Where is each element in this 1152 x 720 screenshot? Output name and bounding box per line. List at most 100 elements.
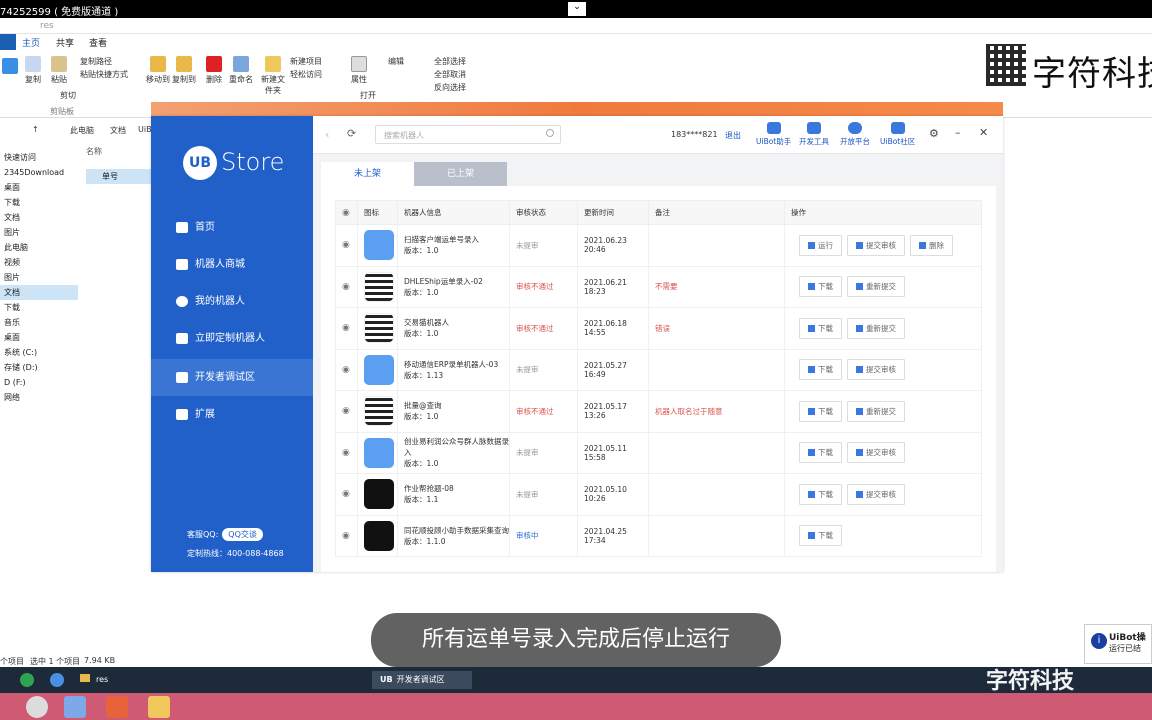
chevron-down-icon[interactable]: ⌄	[568, 2, 586, 16]
paste-button[interactable]: 粘贴	[48, 56, 70, 85]
eye-icon[interactable]: ◉	[342, 489, 350, 499]
action-button[interactable]: 提交审核	[847, 483, 905, 505]
eye-icon[interactable]: ◉	[342, 365, 350, 375]
paste-shortcut-button[interactable]: 粘贴快捷方式	[80, 69, 128, 80]
qq-chat-button[interactable]: QQ交谈	[222, 528, 263, 541]
taskbar-folder-res[interactable]: res	[80, 671, 108, 689]
nav-videos[interactable]: 视频	[0, 255, 78, 270]
rename-button[interactable]: 重命名	[228, 56, 254, 85]
close-icon[interactable]: ✕	[979, 126, 988, 139]
action-button[interactable]: 删除	[910, 234, 953, 256]
nav-developer-debug[interactable]: 开发者调试区	[151, 359, 313, 396]
tab-home[interactable]: 主页	[22, 36, 40, 49]
nav-home[interactable]: 首页	[151, 209, 313, 246]
properties-button[interactable]: 属性	[348, 56, 370, 85]
search-icon[interactable]	[546, 129, 554, 137]
action-button[interactable]: 下载	[799, 525, 842, 547]
minimize-icon[interactable]: –	[955, 126, 961, 139]
taskbar-active-app[interactable]: UB 开发者调试区	[372, 671, 472, 689]
search-input[interactable]: 搜索机器人	[375, 125, 561, 144]
file-menu-button[interactable]	[0, 34, 16, 50]
nav-music[interactable]: 音乐	[0, 315, 78, 330]
open-platform-button[interactable]: 开放平台	[840, 122, 870, 147]
explorer-icon[interactable]	[148, 696, 170, 718]
address-bar[interactable]: ↑ 此电脑 文档 UiB	[0, 122, 152, 138]
nav-custom-robot[interactable]: 立即定制机器人	[151, 320, 313, 357]
nav-pictures-2[interactable]: 图片	[0, 270, 78, 285]
eye-icon[interactable]: ◉	[342, 323, 350, 333]
browser-icon[interactable]	[64, 696, 86, 718]
tab-share[interactable]: 共享	[56, 36, 74, 49]
nav-desktop-2[interactable]: 桌面	[0, 330, 78, 345]
nav-quick-access[interactable]: 快速访问	[0, 150, 78, 165]
nav-extensions[interactable]: 扩展	[151, 396, 313, 433]
uibot-assistant-button[interactable]: UiBot助手	[756, 122, 791, 147]
new-folder-button[interactable]: 新建文件夹	[260, 56, 286, 96]
nav-drive-d[interactable]: 存储 (D:)	[0, 360, 78, 375]
action-button[interactable]: 重新提交	[847, 317, 905, 339]
action-button[interactable]: 下载	[799, 359, 842, 381]
copy-button[interactable]: 复制	[22, 56, 44, 85]
chrome-icon[interactable]	[26, 696, 48, 718]
edit-button[interactable]: 编辑	[388, 56, 404, 67]
move-to-button[interactable]: 移动到	[146, 56, 170, 85]
nav-documents-2[interactable]: 文档	[0, 285, 78, 300]
action-button[interactable]: 提交审核	[847, 359, 905, 381]
action-button[interactable]: 下载	[799, 483, 842, 505]
nav-downloads-2[interactable]: 下载	[0, 300, 78, 315]
nav-documents[interactable]: 文档	[0, 210, 78, 225]
file-item[interactable]: 单号	[86, 169, 152, 184]
breadcrumb-uib[interactable]: UiB	[138, 125, 152, 134]
nav-drive-c[interactable]: 系统 (C:)	[0, 345, 78, 360]
wechat-icon[interactable]	[20, 673, 34, 687]
action-button[interactable]: 重新提交	[847, 400, 905, 422]
nav-pictures[interactable]: 图片	[0, 225, 78, 240]
media-icon[interactable]	[106, 696, 128, 718]
back-icon[interactable]: ‹	[325, 128, 329, 141]
uibot-notification[interactable]: i UiBot操 运行已结	[1084, 624, 1152, 664]
action-button[interactable]: 提交审核	[847, 442, 905, 464]
up-arrow-icon[interactable]: ↑	[32, 125, 39, 134]
uibot-community-button[interactable]: UiBot社区	[880, 122, 915, 147]
tab-unpublished[interactable]: 未上架	[321, 162, 414, 186]
action-button[interactable]: 提交审核	[847, 234, 905, 256]
cut-button[interactable]: 剪切	[60, 90, 76, 101]
pin-button[interactable]	[0, 58, 20, 76]
easy-access-button[interactable]: 轻松访问	[290, 69, 322, 80]
nav-downloads[interactable]: 下载	[0, 195, 78, 210]
copy-to-button[interactable]: 复制到	[172, 56, 196, 85]
breadcrumb-docs[interactable]: 文档	[110, 125, 126, 136]
nav-2345download[interactable]: 2345Download	[0, 165, 78, 180]
select-none-button[interactable]: 全部取消	[434, 69, 466, 80]
action-button[interactable]: 重新提交	[847, 276, 905, 298]
nav-drive-f[interactable]: D (F:)	[0, 375, 78, 390]
action-button[interactable]: 下载	[799, 276, 842, 298]
copy-path-button[interactable]: 复制路径	[80, 56, 112, 67]
new-item-button[interactable]: 新建项目	[290, 56, 322, 67]
eye-icon[interactable]: ◉	[342, 448, 350, 458]
action-button[interactable]: 下载	[799, 317, 842, 339]
app-icon[interactable]	[50, 673, 64, 687]
delete-button[interactable]: 删除	[202, 56, 226, 85]
eye-icon[interactable]: ◉	[342, 240, 350, 250]
refresh-icon[interactable]: ⟳	[347, 127, 356, 140]
action-button[interactable]: 下载	[799, 442, 842, 464]
select-all-button[interactable]: 全部选择	[434, 56, 466, 67]
nav-this-pc[interactable]: 此电脑	[0, 240, 78, 255]
nav-desktop[interactable]: 桌面	[0, 180, 78, 195]
tab-published[interactable]: 已上架	[414, 162, 507, 186]
action-button[interactable]: 下载	[799, 400, 842, 422]
action-button[interactable]: 运行	[799, 234, 842, 256]
eye-icon[interactable]: ◉	[342, 531, 350, 541]
nav-robot-mall[interactable]: 机器人商城	[151, 246, 313, 283]
dev-tools-button[interactable]: 开发工具	[799, 122, 829, 147]
logout-link[interactable]: 退出	[725, 130, 741, 141]
invert-selection-button[interactable]: 反向选择	[434, 82, 466, 93]
tab-view[interactable]: 查看	[89, 36, 107, 49]
gear-icon[interactable]: ⚙	[929, 127, 939, 140]
nav-network[interactable]: 网络	[0, 390, 78, 405]
open-button[interactable]: 打开	[360, 90, 376, 101]
column-name-header[interactable]: 名称	[86, 146, 152, 157]
nav-my-robots[interactable]: 我的机器人	[151, 283, 313, 320]
eye-icon[interactable]: ◉	[342, 282, 350, 292]
